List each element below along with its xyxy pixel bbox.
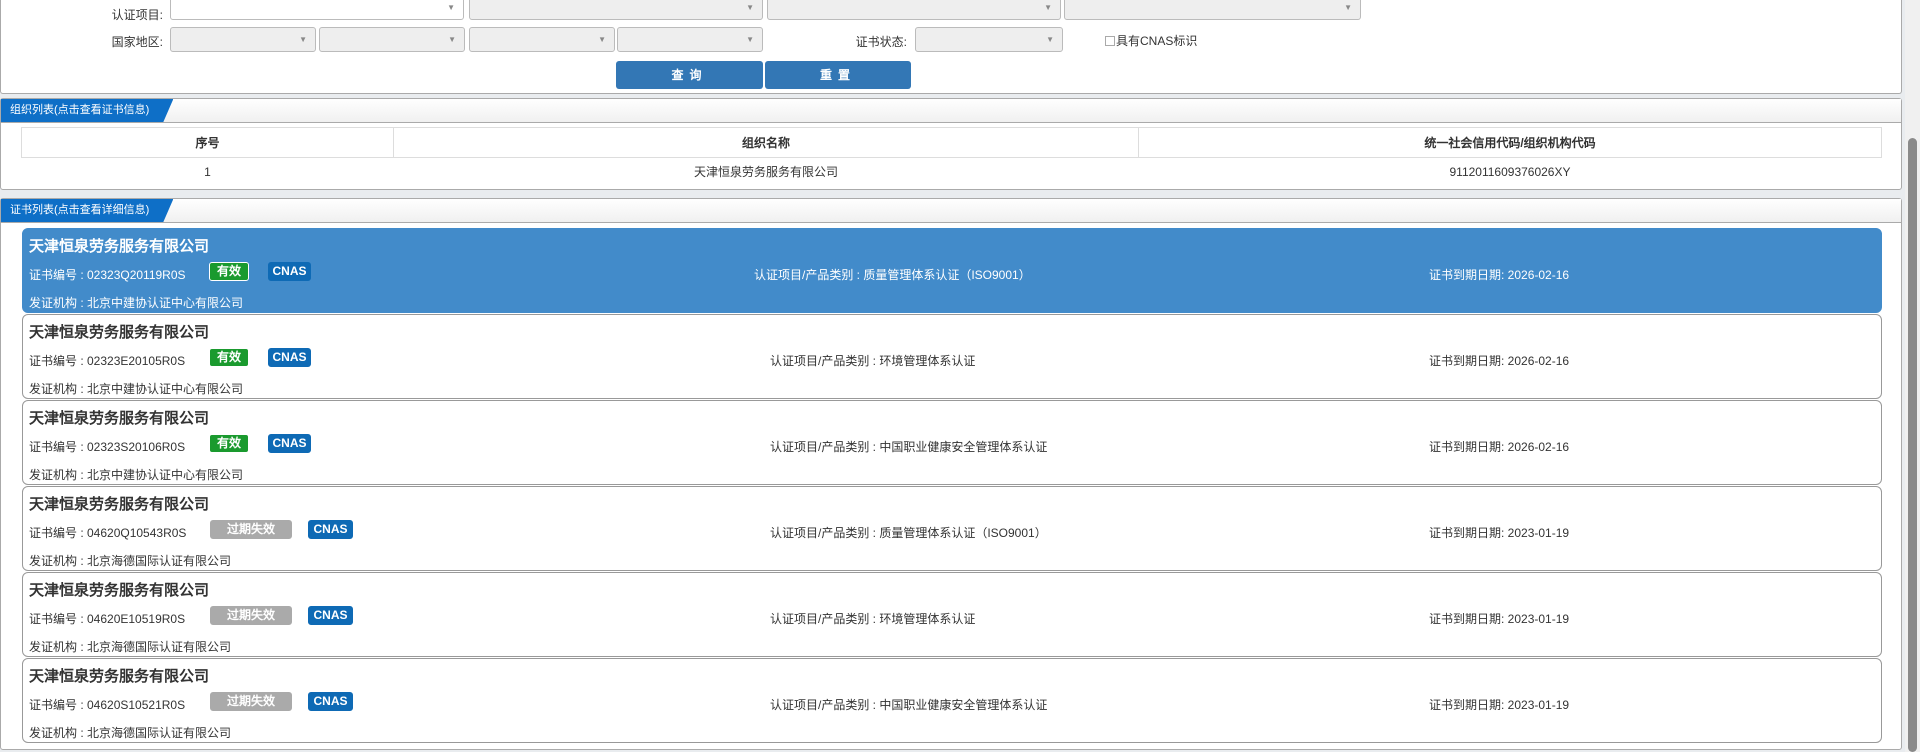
status-badge: 过期失效 (210, 692, 292, 711)
cert-number: 证书编号 : 02323Q20119R0S (29, 268, 186, 282)
cert-card[interactable]: 天津恒泉劳务服务有限公司 证书编号 : 02323Q20119R0S 有效 CNAS 认… (22, 228, 1882, 313)
cert-expiry: 证书到期日期: 2023-01-19 (1429, 612, 1570, 626)
cert-category: 认证项目/产品类别 : 质量管理体系认证（ISO9001） (770, 526, 1047, 540)
region-label: 国家地区: (111, 35, 163, 49)
chevron-down-icon: ▼ (1044, 3, 1052, 12)
chevron-down-icon: ▼ (598, 35, 606, 44)
cnas-badge: CNAS (308, 606, 353, 625)
cert-category: 认证项目/产品类别 : 环境管理体系认证 (770, 354, 976, 368)
cert-expiry: 证书到期日期: 2026-02-16 (1429, 440, 1570, 454)
cert-card[interactable]: 天津恒泉劳务服务有限公司 证书编号 : 04620Q10543R0S 过期失效 CNA… (22, 486, 1882, 571)
cert-number: 证书编号 : 02323E20105R0S (29, 354, 186, 368)
cert-number: 证书编号 : 04620S10521R0S (29, 698, 186, 712)
status-badge: 有效 (209, 434, 249, 453)
status-badge: 过期失效 (210, 520, 292, 539)
cert-expiry: 证书到期日期: 2023-01-19 (1429, 526, 1570, 540)
cert-issuer: 发证机构 : 北京中建协认证中心有限公司 (29, 468, 244, 482)
chevron-down-icon: ▼ (1046, 35, 1054, 44)
cert-company: 天津恒泉劳务服务有限公司 (29, 496, 210, 513)
column-header-index: 序号 (21, 127, 394, 158)
column-header-code: 统一社会信用代码/组织机构代码 (1138, 127, 1882, 158)
cnas-badge: CNAS (268, 348, 311, 367)
cert-category: 认证项目/产品类别 : 质量管理体系认证（ISO9001） (754, 268, 1031, 282)
cnas-checkbox[interactable]: 具有CNAS标识 (1105, 32, 1197, 49)
org-table: 序号 组织名称 统一社会信用代码/组织机构代码 1 天津恒泉劳务服务有限公司 9… (21, 127, 1882, 186)
cert-item-label: 认证项目: (111, 8, 163, 22)
status-label: 证书状态: (855, 35, 907, 49)
filter-panel: 认证项目: ▼ ▼ ▼ ▼ 国家地区: ▼ ▼ ▼ ▼ 证书状态: ▼ 具有CN… (0, 0, 1902, 94)
cnas-badge: CNAS (268, 262, 311, 281)
cert-issuer: 发证机构 : 北京海德国际认证有限公司 (29, 554, 232, 568)
cert-list-title: 证书列表(点击查看详细信息) (1, 199, 173, 222)
cert-company: 天津恒泉劳务服务有限公司 (29, 582, 210, 599)
cert-company: 天津恒泉劳务服务有限公司 (29, 324, 210, 341)
org-list-panel: 组织列表(点击查看证书信息) 序号 组织名称 统一社会信用代码/组织机构代码 1… (0, 98, 1902, 190)
cert-card[interactable]: 天津恒泉劳务服务有限公司 证书编号 : 04620S10521R0S 过期失效 CNA… (22, 658, 1882, 743)
cert-card[interactable]: 天津恒泉劳务服务有限公司 证书编号 : 02323E20105R0S 有效 CNAS 认… (22, 314, 1882, 399)
region-select-3[interactable]: ▼ (469, 27, 615, 52)
cell-index: 1 (204, 164, 211, 179)
cert-issuer: 发证机构 : 北京海德国际认证有限公司 (29, 640, 232, 654)
cnas-badge: CNAS (308, 520, 353, 539)
table-row[interactable]: 1 天津恒泉劳务服务有限公司 9112011609376026XY (22, 158, 1882, 186)
cert-issuer: 发证机构 : 北京中建协认证中心有限公司 (29, 296, 244, 310)
cert-list-header: 证书列表(点击查看详细信息) (1, 199, 1901, 223)
cert-item-select-4[interactable]: ▼ (1064, 0, 1361, 20)
cert-number: 证书编号 : 04620Q10543R0S (29, 526, 187, 540)
cert-issuer: 发证机构 : 北京海德国际认证有限公司 (29, 726, 232, 740)
chevron-down-icon: ▼ (447, 3, 455, 12)
cnas-badge: CNAS (308, 692, 353, 711)
cert-number: 证书编号 : 04620E10519R0S (29, 612, 186, 626)
cert-item-select-2[interactable]: ▼ (469, 0, 763, 20)
cnas-checkbox-label: 具有CNAS标识 (1116, 34, 1198, 48)
chevron-down-icon: ▼ (1344, 3, 1352, 12)
cert-company: 天津恒泉劳务服务有限公司 (29, 238, 210, 255)
query-button[interactable]: 查询 (616, 61, 763, 89)
cert-company: 天津恒泉劳务服务有限公司 (29, 668, 210, 685)
chevron-down-icon: ▼ (746, 35, 754, 44)
cert-item-select-3[interactable]: ▼ (767, 0, 1061, 20)
status-badge: 有效 (209, 348, 249, 367)
chevron-down-icon: ▼ (299, 35, 307, 44)
status-badge: 有效 (209, 262, 249, 281)
cert-category: 认证项目/产品类别 : 环境管理体系认证 (770, 612, 976, 626)
region-select-1[interactable]: ▼ (170, 27, 316, 52)
chevron-down-icon: ▼ (448, 35, 456, 44)
org-list-title: 组织列表(点击查看证书信息) (1, 99, 173, 122)
cert-number: 证书编号 : 02323S20106R0S (29, 440, 186, 454)
org-list-header: 组织列表(点击查看证书信息) (1, 99, 1901, 123)
cnas-badge: CNAS (268, 434, 311, 453)
cert-expiry: 证书到期日期: 2026-02-16 (1429, 268, 1570, 282)
cert-issuer: 发证机构 : 北京中建协认证中心有限公司 (29, 382, 244, 396)
checkbox-icon[interactable] (1105, 35, 1115, 46)
column-header-name: 组织名称 (393, 127, 1139, 158)
cell-name: 天津恒泉劳务服务有限公司 (693, 165, 838, 180)
cert-expiry: 证书到期日期: 2026-02-16 (1429, 354, 1570, 368)
status-select[interactable]: ▼ (915, 27, 1063, 52)
chevron-down-icon: ▼ (746, 3, 754, 12)
cell-code: 9112011609376026XY (1449, 164, 1571, 179)
cert-category: 认证项目/产品类别 : 中国职业健康安全管理体系认证 (770, 440, 1048, 454)
scrollbar[interactable] (1905, 0, 1920, 752)
cert-card[interactable]: 天津恒泉劳务服务有限公司 证书编号 : 02323S20106R0S 有效 CNAS 认… (22, 400, 1882, 485)
cert-expiry: 证书到期日期: 2023-01-19 (1429, 698, 1570, 712)
region-select-2[interactable]: ▼ (319, 27, 465, 52)
cert-list-panel: 证书列表(点击查看详细信息) 天津恒泉劳务服务有限公司 证书编号 : 02323Q… (0, 198, 1902, 750)
cert-category: 认证项目/产品类别 : 中国职业健康安全管理体系认证 (770, 698, 1048, 712)
cert-item-select-1[interactable]: ▼ (170, 0, 464, 20)
cert-card[interactable]: 天津恒泉劳务服务有限公司 证书编号 : 04620E10519R0S 过期失效 CNA… (22, 572, 1882, 657)
region-select-4[interactable]: ▼ (617, 27, 763, 52)
cert-company: 天津恒泉劳务服务有限公司 (29, 410, 210, 427)
scrollbar-thumb[interactable] (1908, 138, 1917, 752)
status-badge: 过期失效 (210, 606, 292, 625)
reset-button[interactable]: 重置 (765, 61, 911, 89)
